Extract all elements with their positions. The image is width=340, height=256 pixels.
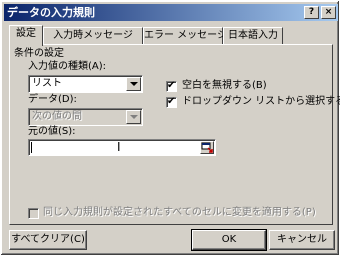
section-title: 条件の設定: [14, 48, 64, 59]
title-bar[interactable]: データの入力規則 ? ×: [4, 4, 338, 21]
help-button[interactable]: ?: [304, 6, 319, 19]
allow-label: 入力値の種類(A):: [28, 61, 107, 72]
tab-input-message[interactable]: 入力時メッセージ: [43, 27, 143, 45]
clear-all-button[interactable]: すべてクリア(C): [9, 230, 87, 250]
check-icon: ✔: [167, 96, 176, 107]
allow-value: リスト: [32, 78, 62, 89]
range-select-icon: [201, 142, 213, 153]
ibeam-cursor-icon: I: [117, 140, 121, 154]
data-validation-dialog: データの入力規則 ? × 設定 入力時メッセージ エラー メッセージ 日本語入力…: [0, 0, 340, 256]
dialog-title: データの入力規則: [7, 6, 95, 19]
ignore-blank-label[interactable]: 空白を無視する(B): [182, 80, 267, 92]
apply-all-checkbox: [28, 208, 39, 219]
chevron-down-icon[interactable]: [126, 77, 141, 91]
cancel-button[interactable]: キャンセル: [269, 230, 335, 250]
data-value: 次の値の間: [32, 111, 82, 122]
data-label: データ(D):: [28, 94, 77, 105]
check-icon: ✔: [167, 80, 176, 91]
settings-panel: 条件の設定 入力値の種類(A): リスト データ(D): 次の値の間 元の値(S…: [9, 44, 340, 225]
collapse-dialog-button[interactable]: [200, 141, 214, 154]
close-button[interactable]: ×: [321, 6, 336, 19]
source-input[interactable]: I: [28, 139, 216, 156]
tab-ime-mode[interactable]: 日本語入力: [223, 27, 283, 45]
in-cell-dropdown-label[interactable]: ドロップダウン リストから選択する(I): [182, 96, 340, 108]
chevron-down-icon: [126, 110, 141, 124]
tab-error-alert[interactable]: エラー メッセージ: [143, 27, 227, 45]
source-label: 元の値(S):: [28, 126, 76, 137]
apply-all-label: 同じ入力規則が設定されたすべてのセルに変更を適用する(P): [43, 207, 316, 218]
in-cell-dropdown-checkbox[interactable]: ✔: [166, 96, 177, 108]
text-caret: [31, 142, 32, 153]
tab-settings[interactable]: 設定: [9, 25, 43, 46]
data-dropdown: 次の値の間: [28, 108, 143, 126]
allow-dropdown[interactable]: リスト: [28, 75, 143, 93]
ok-button[interactable]: OK: [191, 229, 267, 251]
ignore-blank-checkbox[interactable]: ✔: [166, 80, 177, 92]
